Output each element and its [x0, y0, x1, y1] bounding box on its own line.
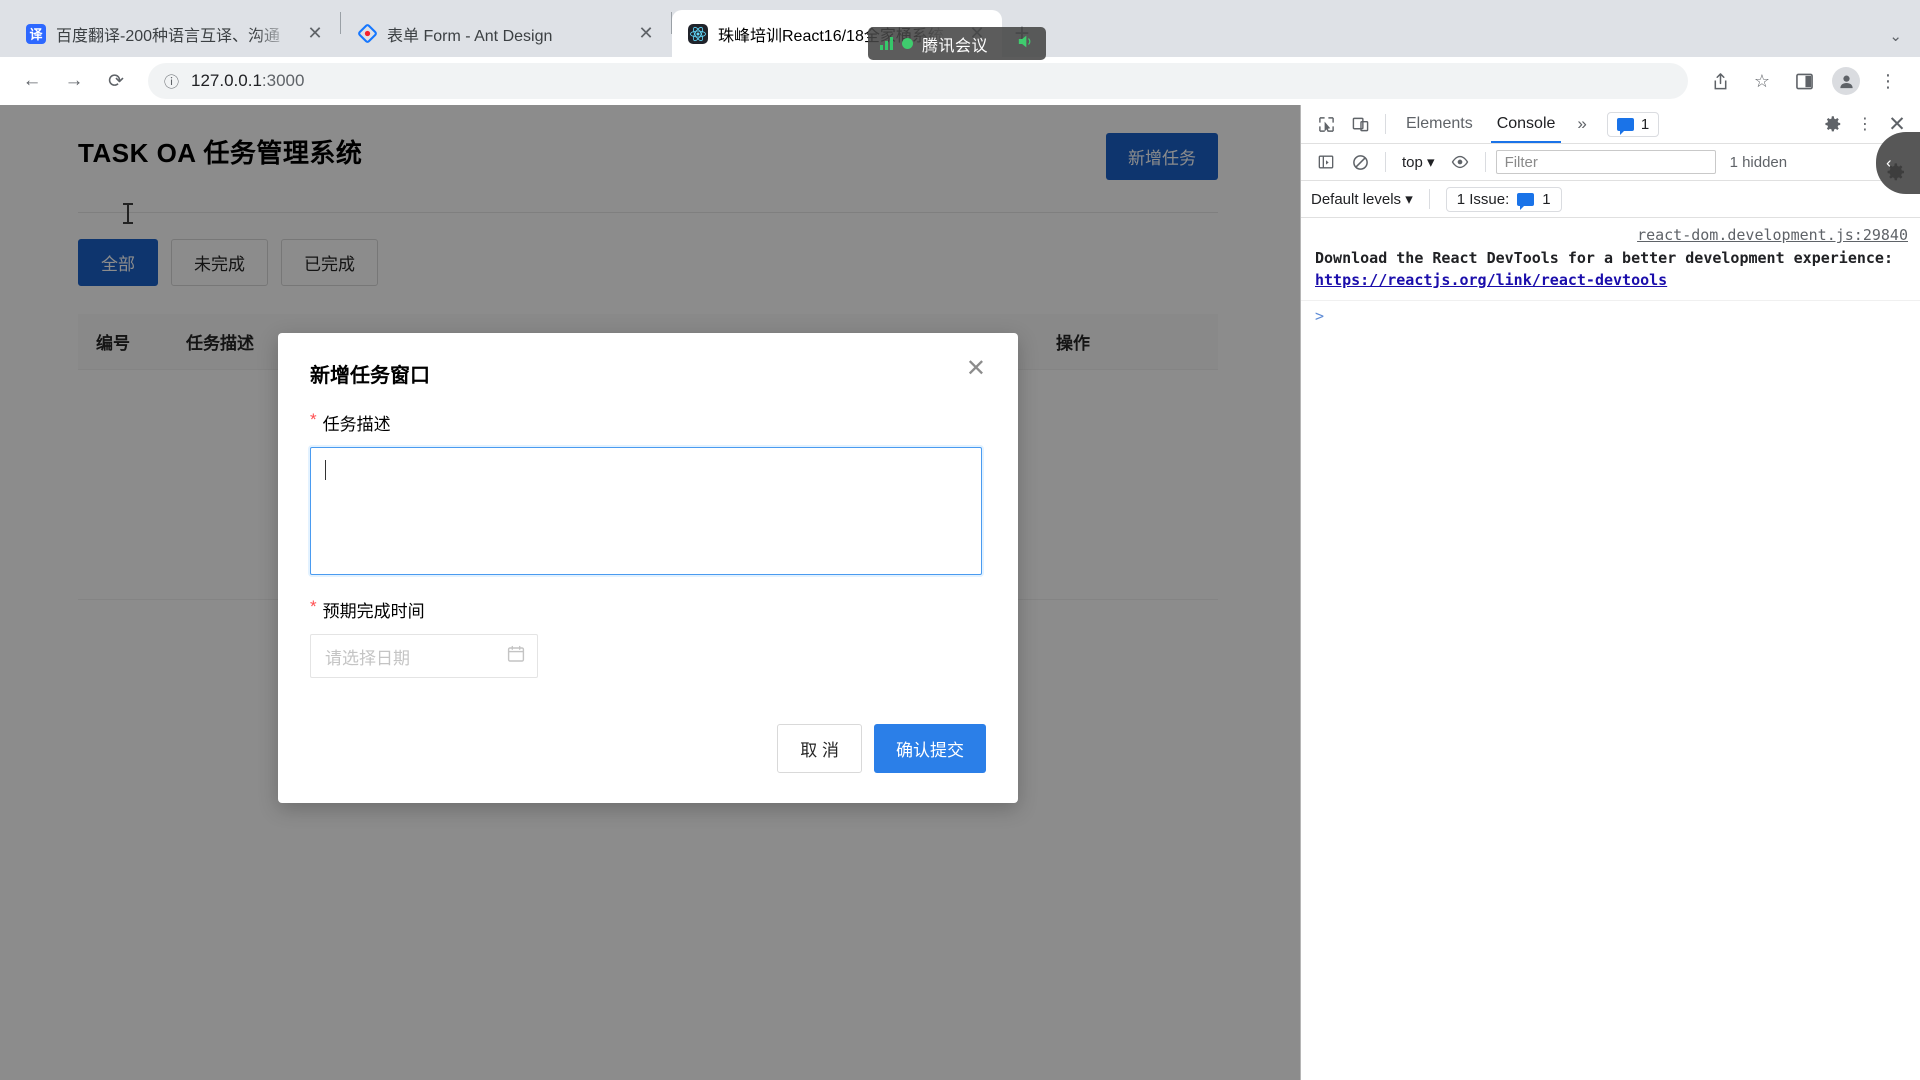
- signal-bars-icon: [880, 37, 893, 50]
- console-prompt[interactable]: >: [1301, 301, 1920, 331]
- description-label: * 任务描述: [310, 410, 986, 435]
- browser-toolbar: ← → ⟳ ⓘ 127.0.0.1:3000 ☆ ⋮: [0, 57, 1920, 105]
- clear-console-icon[interactable]: [1345, 148, 1375, 176]
- meeting-label: 腾讯会议: [922, 37, 989, 55]
- issues-summary[interactable]: 1 Issue: 1: [1445, 186, 1562, 212]
- profile-avatar[interactable]: [1828, 63, 1864, 99]
- divider: [1385, 114, 1386, 134]
- avatar: [1832, 67, 1860, 95]
- react-devtools-link[interactable]: https://reactjs.org/link/react-devtools: [1315, 271, 1667, 289]
- tab-elements[interactable]: Elements: [1396, 106, 1483, 142]
- console-output: react-dom.development.js:29840 Download …: [1301, 218, 1920, 1080]
- text-cursor-ibeam: [123, 203, 133, 224]
- viewport: TASK OA 任务管理系统 新增任务 全部 未完成 已完成 编号 任务描述 操…: [0, 105, 1920, 1080]
- device-toolbar-icon[interactable]: [1345, 110, 1375, 138]
- side-panel-icon[interactable]: [1786, 63, 1822, 99]
- issue-count: 1: [1542, 190, 1551, 208]
- due-date-picker[interactable]: 请选择日期: [310, 634, 538, 678]
- console-message-text: Download the React DevTools for a better…: [1315, 249, 1893, 268]
- address-bar[interactable]: ⓘ 127.0.0.1:3000: [148, 63, 1688, 99]
- tencent-meeting-overlay[interactable]: 腾讯会议: [868, 27, 1046, 60]
- url-text: 127.0.0.1:3000: [191, 71, 305, 90]
- message-icon: [1517, 192, 1535, 210]
- submit-button[interactable]: 确认提交: [874, 724, 986, 773]
- forward-icon[interactable]: →: [56, 63, 92, 99]
- date-placeholder: 请选择日期: [325, 648, 410, 668]
- divider: [1385, 152, 1386, 172]
- issues-badge[interactable]: 1: [1606, 111, 1660, 137]
- divider: [1484, 152, 1486, 172]
- console-message: react-dom.development.js:29840 Download …: [1301, 218, 1920, 301]
- devtools-menu-icon[interactable]: ⋮: [1850, 110, 1880, 138]
- devtools-toolbar: Elements Console » 1 ⋮ ✕: [1301, 105, 1920, 144]
- back-icon[interactable]: ←: [14, 63, 50, 99]
- tab-close-icon[interactable]: ✕: [302, 23, 328, 44]
- log-levels-selector[interactable]: Default levels ▾: [1311, 190, 1413, 208]
- tab-console[interactable]: Console: [1487, 106, 1566, 143]
- modal-footer: 取 消 确认提交: [310, 724, 986, 773]
- task-description-textarea[interactable]: [310, 447, 982, 575]
- baidu-translate-icon: 译: [26, 23, 46, 44]
- required-asterisk: *: [310, 597, 317, 616]
- tab-title: 百度翻译-200种语言互译、沟通: [56, 27, 281, 45]
- browser-tab-2[interactable]: 表单 Form - Ant Design ✕: [341, 10, 671, 57]
- required-asterisk: *: [310, 410, 317, 429]
- eye-icon[interactable]: [1445, 148, 1475, 176]
- message-icon: [1616, 117, 1634, 135]
- label-text: 预期完成时间: [322, 602, 425, 621]
- close-icon[interactable]: ✕: [966, 357, 986, 381]
- issues-count: 1: [1640, 115, 1650, 133]
- console-sidebar-icon[interactable]: [1311, 148, 1341, 176]
- tab-search-icon[interactable]: ⌄: [1889, 27, 1920, 45]
- calendar-icon[interactable]: [507, 645, 525, 668]
- reload-icon[interactable]: ⟳: [98, 63, 134, 99]
- context-selector[interactable]: top ▾: [1396, 153, 1441, 171]
- ant-design-icon: [357, 24, 377, 44]
- tab-strip: 译 百度翻译-200种语言互译、沟通 ✕ 表单 Form - Ant Desig…: [0, 0, 1920, 60]
- due-date-label: * 预期完成时间: [310, 597, 986, 622]
- hidden-messages-label: 1 hidden: [1729, 153, 1788, 171]
- tab-close-icon[interactable]: ✕: [633, 23, 659, 44]
- gear-icon-ghost: [1886, 162, 1906, 188]
- console-filter-bar: top ▾ Filter 1 hidden: [1301, 144, 1920, 181]
- add-task-modal: 新增任务窗口 ✕ * 任务描述 * 预期完成时间 请选择日期 取 消 确认提交: [278, 333, 1018, 803]
- browser-tab-1[interactable]: 译 百度翻译-200种语言互译、沟通 ✕: [10, 10, 340, 57]
- bookmark-star-icon[interactable]: ☆: [1744, 63, 1780, 99]
- share-icon[interactable]: [1702, 63, 1738, 99]
- modal-header: 新增任务窗口 ✕: [310, 357, 986, 388]
- console-levels-bar: Default levels ▾ 1 Issue: 1: [1301, 181, 1920, 218]
- tab-title: 表单 Form - Ant Design: [387, 27, 553, 45]
- text-caret: [325, 460, 326, 480]
- divider: [1428, 189, 1430, 209]
- speaker-icon[interactable]: [1017, 34, 1034, 53]
- gear-icon[interactable]: [1818, 110, 1848, 138]
- more-tabs-icon[interactable]: »: [1569, 114, 1594, 134]
- devtools-panel: Elements Console » 1 ⋮ ✕ top ▾ Filter 1 …: [1300, 105, 1920, 1080]
- label-text: 任务描述: [322, 415, 391, 434]
- web-page: TASK OA 任务管理系统 新增任务 全部 未完成 已完成 编号 任务描述 操…: [0, 105, 1300, 1080]
- browser-window: 译 百度翻译-200种语言互译、沟通 ✕ 表单 Form - Ant Desig…: [0, 0, 1920, 1080]
- green-dot-icon: [902, 38, 913, 49]
- browser-menu-icon[interactable]: ⋮: [1870, 63, 1906, 99]
- issue-label: 1 Issue:: [1456, 190, 1510, 208]
- site-info-icon[interactable]: ⓘ: [164, 71, 179, 92]
- modal-title: 新增任务窗口: [310, 365, 430, 387]
- console-source-link[interactable]: react-dom.development.js:29840: [1315, 225, 1908, 246]
- cancel-button[interactable]: 取 消: [777, 724, 862, 773]
- react-icon: [688, 23, 708, 44]
- inspect-element-icon[interactable]: [1311, 110, 1341, 138]
- console-filter-input[interactable]: Filter: [1495, 150, 1716, 174]
